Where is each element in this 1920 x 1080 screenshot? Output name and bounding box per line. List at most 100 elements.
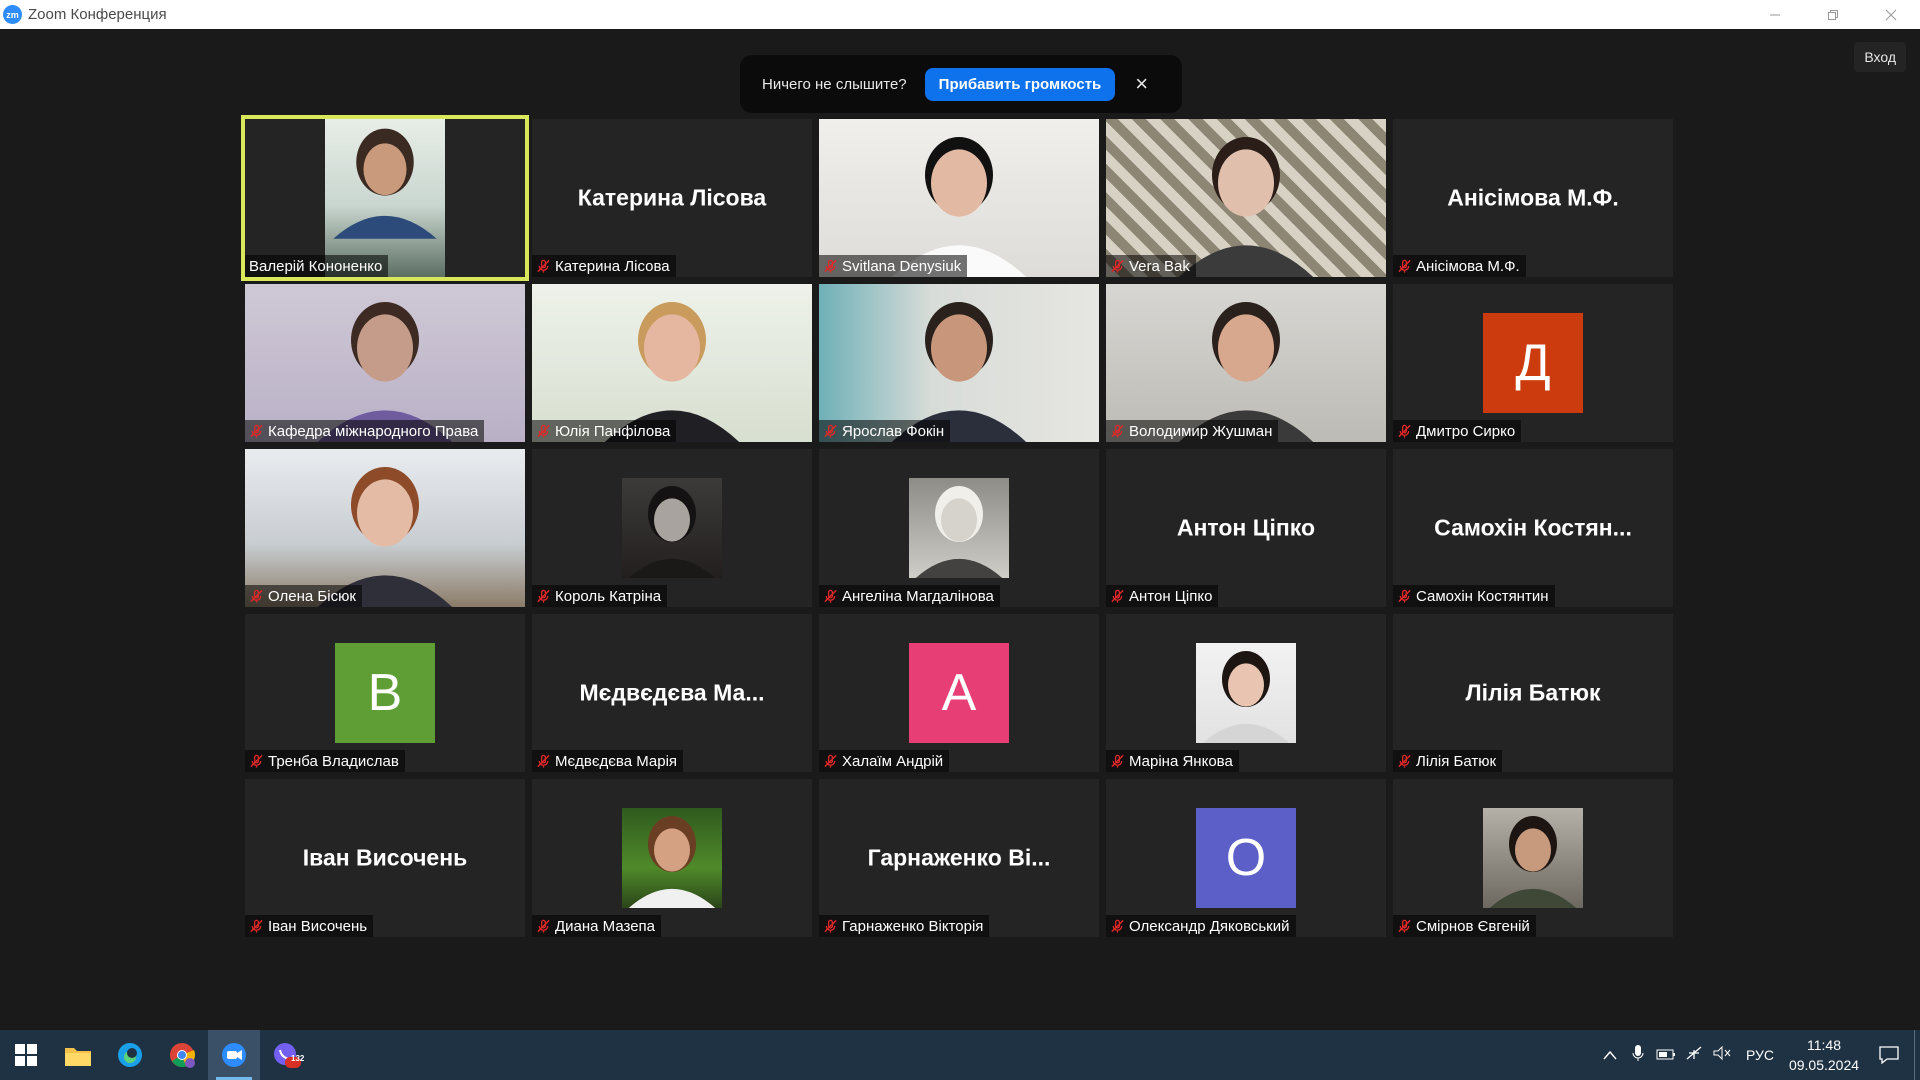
participant-name: Ангеліна Магдалінова	[842, 587, 994, 605]
participant-tile[interactable]: Svitlana Denysiuk	[819, 119, 1099, 277]
muted-microphone-icon	[1111, 259, 1124, 273]
audio-banner-text: Ничего не слышите?	[762, 75, 907, 93]
participant-name-label: Король Катріна	[532, 585, 668, 607]
muted-microphone-icon	[824, 589, 837, 603]
participant-name-label: Дмитро Сирко	[1393, 420, 1522, 442]
volume-muted-icon[interactable]	[1708, 1045, 1736, 1065]
participant-tile[interactable]: Король Катріна	[532, 449, 812, 607]
participant-tile[interactable]: Юлія Панфілова	[532, 284, 812, 442]
window-controls	[1746, 0, 1920, 29]
notification-center-button[interactable]	[1864, 1046, 1914, 1064]
participant-tile[interactable]: Валерій Кононенко	[241, 115, 529, 281]
muted-microphone-icon	[1398, 259, 1411, 273]
participant-name-label: Іван Височень	[245, 915, 374, 937]
participant-tile[interactable]: Гарнаженко Ві... Гарнаженко Вікторія	[819, 779, 1099, 937]
participant-tile[interactable]: Vera Bak	[1106, 119, 1386, 277]
muted-microphone-icon	[537, 259, 550, 273]
muted-microphone-icon	[1398, 589, 1411, 603]
participant-tile[interactable]: Анісімова М.Ф. Анісімова М.Ф.	[1393, 119, 1673, 277]
muted-microphone-icon	[1398, 424, 1411, 438]
participant-video	[1106, 284, 1386, 442]
input-language[interactable]: РУС	[1746, 1047, 1774, 1063]
participant-video	[325, 119, 445, 277]
muted-microphone-icon	[1398, 754, 1411, 768]
sign-in-button[interactable]: Вход	[1854, 42, 1906, 72]
close-window-button[interactable]	[1862, 0, 1920, 29]
clock[interactable]: 11:48 09.05.2024	[1784, 1035, 1864, 1075]
participant-center-name: Мєдвєдєва Ма...	[579, 679, 765, 706]
windows-taskbar: 132 РУС 11:48 09.05.2024	[0, 1030, 1920, 1080]
participant-tile[interactable]: Д Дмитро Сирко	[1393, 284, 1673, 442]
network-icon[interactable]	[1680, 1045, 1708, 1065]
participant-profile-photo	[909, 478, 1009, 578]
zoom-taskbar-button[interactable]	[208, 1030, 260, 1080]
meeting-stage: Вход Ничего не слышите? Прибавить громко…	[0, 29, 1920, 1030]
participant-name-label: Тренба Владислав	[245, 750, 405, 772]
muted-microphone-icon	[824, 259, 837, 273]
participant-profile-photo	[1196, 643, 1296, 743]
battery-icon[interactable]	[1652, 1047, 1680, 1064]
file-explorer-icon	[65, 1048, 91, 1066]
participant-name-label: Маріна Янкова	[1106, 750, 1239, 772]
participant-tile[interactable]: Смірнов Євгеній	[1393, 779, 1673, 937]
participant-name-label: Кафедра міжнародного Права	[245, 420, 485, 442]
muted-microphone-icon	[537, 919, 550, 933]
participant-avatar: А	[909, 643, 1009, 743]
muted-microphone-icon	[1111, 919, 1124, 933]
participant-name-label: Олександр Дяковський	[1106, 915, 1296, 937]
participant-name-label: Гарнаженко Вікторія	[819, 915, 990, 937]
participant-tile[interactable]: Іван Височень Іван Височень	[245, 779, 525, 937]
participant-name: Олександр Дяковський	[1129, 917, 1290, 935]
participant-name-label: Антон Ціпко	[1106, 585, 1219, 607]
viber-badge: 132	[291, 1054, 305, 1063]
participant-name: Катерина Лісова	[555, 257, 670, 275]
participant-tile[interactable]: Ярослав Фокін	[819, 284, 1099, 442]
participant-name: Халаїм Андрій	[842, 752, 944, 770]
participant-tile[interactable]: Катерина Лісова Катерина Лісова	[532, 119, 812, 277]
show-desktop-button[interactable]	[1914, 1030, 1920, 1080]
participant-name-label: Юлія Панфілова	[532, 420, 677, 442]
restore-button[interactable]	[1804, 0, 1862, 29]
participant-center-name: Лілія Батюк	[1465, 679, 1601, 706]
participant-profile-photo	[1483, 808, 1583, 908]
participant-tile[interactable]: В Тренба Владислав	[245, 614, 525, 772]
participant-name-label: Халаїм Андрій	[819, 750, 950, 772]
increase-volume-button[interactable]: Прибавить громкость	[924, 67, 1116, 101]
muted-microphone-icon	[1111, 754, 1124, 768]
clock-date: 09.05.2024	[1788, 1057, 1860, 1073]
participant-tile[interactable]: А Халаїм Андрій	[819, 614, 1099, 772]
participant-name-label: Смірнов Євгеній	[1393, 915, 1536, 937]
participant-name: Юлія Панфілова	[555, 422, 671, 440]
participant-tile[interactable]: Лілія Батюк Лілія Батюк	[1393, 614, 1673, 772]
muted-microphone-icon	[824, 424, 837, 438]
participant-name: Володимир Жушман	[1129, 422, 1273, 440]
participant-center-name: Катерина Лісова	[577, 184, 767, 211]
microphone-icon[interactable]	[1624, 1044, 1652, 1066]
participant-tile[interactable]: Диана Мазепа	[532, 779, 812, 937]
participant-tile[interactable]: Антон Ціпко Антон Ціпко	[1106, 449, 1386, 607]
minimize-button[interactable]	[1746, 0, 1804, 29]
participant-tile[interactable]: Мєдвєдєва Ма... Мєдвєдєва Марія	[532, 614, 812, 772]
participant-name: Диана Мазепа	[555, 917, 656, 935]
participant-tile[interactable]: Ангеліна Магдалінова	[819, 449, 1099, 607]
show-hidden-icons-icon[interactable]	[1596, 1047, 1624, 1064]
participant-name: Анісімова М.Ф.	[1416, 257, 1520, 275]
system-tray: РУС 11:48 09.05.2024	[1596, 1030, 1920, 1080]
banner-close-icon[interactable]: ×	[1135, 73, 1148, 95]
muted-microphone-icon	[1111, 424, 1124, 438]
viber-taskbar-button[interactable]: 132	[260, 1030, 312, 1080]
participant-tile[interactable]: Кафедра міжнародного Права	[245, 284, 525, 442]
participant-tile[interactable]: Володимир Жушман	[1106, 284, 1386, 442]
participant-video	[245, 284, 525, 442]
participant-tile[interactable]: О Олександр Дяковський	[1106, 779, 1386, 937]
participant-name-label: Лілія Батюк	[1393, 750, 1503, 772]
participant-tile[interactable]: Самохін Костян... Самохін Костянтин	[1393, 449, 1673, 607]
muted-microphone-icon	[250, 919, 263, 933]
edge-taskbar-button[interactable]	[104, 1030, 156, 1080]
chrome-taskbar-button[interactable]	[156, 1030, 208, 1080]
start-button[interactable]	[0, 1030, 52, 1080]
file-explorer-taskbar-button[interactable]	[52, 1030, 104, 1080]
participant-name: Смірнов Євгеній	[1416, 917, 1530, 935]
participant-tile[interactable]: Олена Бісюк	[245, 449, 525, 607]
participant-tile[interactable]: Маріна Янкова	[1106, 614, 1386, 772]
